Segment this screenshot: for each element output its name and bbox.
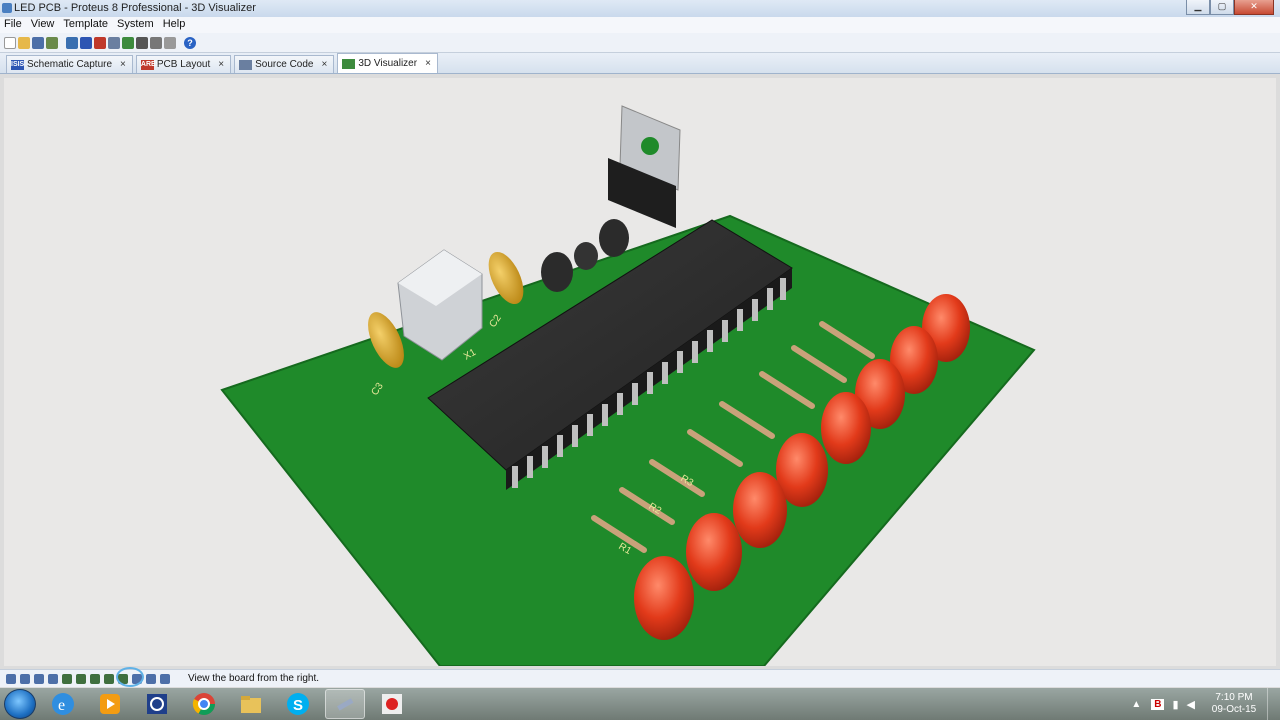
- 3d-viewport[interactable]: C3 X1 C2 R1 R2 R3: [4, 78, 1276, 666]
- help-icon[interactable]: ?: [184, 36, 196, 49]
- visualizer-icon: [342, 58, 356, 69]
- tab-strip: ISIS Schematic Capture × ARES PCB Layout…: [0, 53, 1280, 74]
- ares-icon[interactable]: [94, 36, 106, 49]
- tool-icon[interactable]: [325, 689, 365, 719]
- recorder-icon[interactable]: [372, 689, 412, 719]
- capacitor-electrolytic: [599, 219, 629, 257]
- menu-bar: File View Template System Help: [0, 17, 1280, 33]
- network-icon[interactable]: ▮: [1172, 698, 1178, 711]
- minimize-button[interactable]: ▁: [1186, 0, 1210, 15]
- zoom-in-icon[interactable]: [20, 673, 30, 684]
- tab-label: Source Code: [255, 59, 314, 70]
- design-explorer-icon[interactable]: [136, 36, 148, 49]
- click-highlight: [116, 667, 144, 687]
- close-tab-icon[interactable]: ×: [425, 58, 431, 69]
- view-bottom-icon[interactable]: [76, 673, 86, 684]
- import-icon[interactable]: [46, 36, 58, 49]
- tab-source-code[interactable]: Source Code ×: [234, 55, 335, 73]
- skype-icon[interactable]: S: [278, 689, 318, 719]
- isis-icon: ISIS: [11, 59, 25, 70]
- close-button[interactable]: ✕: [1234, 0, 1274, 15]
- tab-pcb-layout[interactable]: ARES PCB Layout ×: [135, 55, 232, 73]
- vsm-icon[interactable]: [108, 36, 120, 49]
- status-message: View the board from the right.: [188, 673, 319, 684]
- tab-label: Schematic Capture: [27, 59, 113, 70]
- tab-3d-visualizer[interactable]: 3D Visualizer ×: [337, 53, 438, 73]
- isis-icon[interactable]: [80, 36, 92, 49]
- source-code-icon: [239, 59, 253, 70]
- dimensions-icon[interactable]: [146, 673, 156, 684]
- menu-template[interactable]: Template: [59, 17, 113, 33]
- menu-help[interactable]: Help: [159, 17, 191, 33]
- clock-time: 7:10 PM: [1215, 692, 1253, 703]
- title-bar: LED PCB - Proteus 8 Professional - 3D Vi…: [0, 0, 1280, 17]
- menu-view[interactable]: View: [27, 17, 60, 33]
- svg-text:e: e: [58, 697, 65, 714]
- start-button[interactable]: [4, 689, 36, 719]
- refresh-icon[interactable]: [48, 673, 58, 684]
- zoom-out-icon[interactable]: [34, 673, 44, 684]
- volume-icon[interactable]: ◀: [1187, 698, 1195, 711]
- maximize-button[interactable]: ▢: [1210, 0, 1234, 15]
- tab-label: PCB Layout: [156, 59, 211, 70]
- menu-file[interactable]: File: [0, 17, 27, 33]
- main-toolbar: ?: [0, 33, 1280, 53]
- proteus-app-icon[interactable]: [2, 3, 12, 13]
- settings-icon[interactable]: [160, 673, 170, 684]
- internet-explorer-icon[interactable]: e: [43, 689, 83, 719]
- led-2: [686, 513, 742, 591]
- chrome-icon[interactable]: [184, 689, 224, 719]
- led-3: [733, 472, 787, 548]
- close-tab-icon[interactable]: ×: [321, 59, 327, 70]
- system-tray: ▲ B ▮ ◀ 7:10 PM 09-Oct-15: [1131, 688, 1280, 720]
- tab-schematic-capture[interactable]: ISIS Schematic Capture ×: [6, 55, 133, 73]
- media-player-icon[interactable]: [90, 689, 130, 719]
- transistor: [574, 242, 598, 270]
- clock[interactable]: 7:10 PM 09-Oct-15: [1201, 692, 1267, 716]
- new-icon[interactable]: [4, 36, 16, 49]
- clock-date: 09-Oct-15: [1211, 704, 1257, 715]
- file-explorer-icon[interactable]: [231, 689, 271, 719]
- open-icon[interactable]: [18, 36, 30, 49]
- regulator-hole: [641, 137, 659, 155]
- language-flag-icon[interactable]: B: [1151, 698, 1165, 710]
- home-icon[interactable]: [66, 36, 78, 49]
- window-title: LED PCB - Proteus 8 Professional - 3D Vi…: [14, 2, 256, 14]
- pan-icon[interactable]: [6, 673, 16, 684]
- notes-icon[interactable]: [164, 36, 176, 49]
- save-icon[interactable]: [32, 36, 44, 49]
- show-hidden-icons[interactable]: ▲: [1131, 699, 1141, 710]
- ares-icon: ARES: [140, 59, 161, 70]
- status-bar: View the board from the right.: [0, 669, 1280, 687]
- svg-text:S: S: [293, 697, 303, 714]
- close-tab-icon[interactable]: ×: [218, 59, 224, 70]
- bom-icon[interactable]: [122, 36, 134, 49]
- capacitor-electrolytic: [541, 252, 573, 292]
- view-back-icon[interactable]: [104, 673, 114, 684]
- show-desktop-button[interactable]: [1267, 688, 1280, 720]
- close-tab-icon[interactable]: ×: [120, 59, 126, 70]
- proteus-isis-icon[interactable]: [137, 689, 177, 719]
- pcb-3d-render[interactable]: C3 X1 C2 R1 R2 R3: [4, 78, 1276, 666]
- led-5: [821, 392, 871, 464]
- tab-label: 3D Visualizer: [358, 58, 418, 69]
- led-1: [634, 556, 694, 640]
- windows-taskbar: e S ▲ B ▮ ◀ 7:10 PM 09-Oct-15: [0, 688, 1280, 720]
- menu-system[interactable]: System: [113, 17, 159, 33]
- gerber-icon[interactable]: [150, 36, 162, 49]
- view-front-icon[interactable]: [90, 673, 100, 684]
- view-top-icon[interactable]: [62, 673, 72, 684]
